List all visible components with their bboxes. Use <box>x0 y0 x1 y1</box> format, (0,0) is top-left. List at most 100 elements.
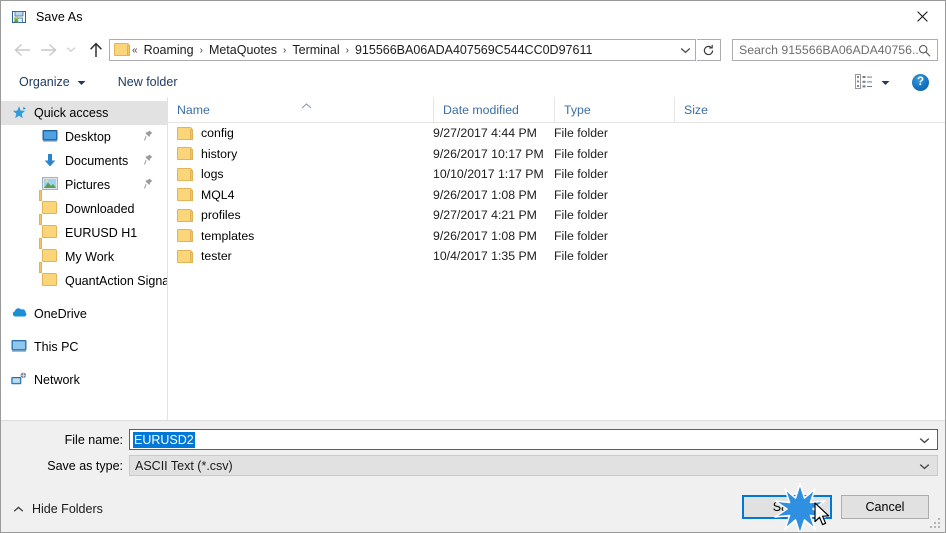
sidebar-item-network[interactable]: Network <box>1 368 167 392</box>
dialog-content: Quick access Desktop Documents Pictures … <box>1 97 945 420</box>
pin-icon[interactable] <box>143 130 153 144</box>
sidebar-item-label: My Work <box>65 250 115 264</box>
file-name-cell: tester <box>177 249 232 263</box>
table-row[interactable]: tester 10/4/2017 1:35 PM File folder <box>168 246 945 267</box>
search-input[interactable]: Search 915566BA06ADA40756... <box>739 43 918 57</box>
breadcrumb-item-metaquotes[interactable]: MetaQuotes <box>205 43 281 57</box>
sidebar-item-label: QuantAction Signal <box>65 274 168 288</box>
file-name-input[interactable]: EURUSD2 <box>133 431 195 448</box>
breadcrumb-separator[interactable]: › <box>281 45 288 56</box>
resize-grip-icon[interactable] <box>930 518 942 530</box>
up-one-level-button[interactable] <box>83 37 109 63</box>
save-form: File name: EURUSD2 Save as type: ASCII T… <box>1 420 945 496</box>
sidebar-item-quick-access[interactable]: Quick access <box>1 101 167 125</box>
sidebar-item-label: Pictures <box>65 178 111 192</box>
sidebar-item-onedrive[interactable]: OneDrive <box>1 302 167 326</box>
folder-icon <box>177 249 193 263</box>
folder-icon <box>177 167 193 181</box>
chevron-down-icon <box>66 47 76 53</box>
table-row[interactable]: templates 9/26/2017 1:08 PM File folder <box>168 226 945 247</box>
file-name-combobox[interactable]: EURUSD2 <box>129 429 938 450</box>
new-folder-label: New folder <box>117 75 178 89</box>
organize-button[interactable]: Organize <box>11 67 94 97</box>
pin-icon[interactable] <box>143 178 153 192</box>
date-modified-cell: 9/26/2017 1:08 PM <box>433 228 537 243</box>
navigation-pane: Quick access Desktop Documents Pictures … <box>1 97 168 420</box>
cancel-label: Cancel <box>865 500 905 514</box>
sidebar-item-label: Quick access <box>34 106 109 120</box>
organize-label: Organize <box>19 75 70 89</box>
back-button[interactable] <box>9 37 35 63</box>
view-mode-icon[interactable] <box>855 74 873 90</box>
sidebar-item-documents[interactable]: Documents <box>1 149 167 173</box>
folder-icon <box>177 147 193 161</box>
folder-icon <box>39 262 58 289</box>
new-folder-button[interactable]: New folder <box>110 67 186 97</box>
sidebar-item-label: Downloaded <box>65 202 135 216</box>
breadcrumb-separator[interactable]: › <box>198 45 205 56</box>
breadcrumb-item-terminal[interactable]: Terminal <box>288 43 343 57</box>
file-list-pane: Name Date modified Type Size config 9/27… <box>168 97 945 420</box>
column-header-size[interactable]: Size <box>674 97 754 122</box>
file-name-cell: MQL4 <box>177 188 235 202</box>
table-row[interactable]: history 9/26/2017 10:17 PM File folder <box>168 144 945 165</box>
recent-locations-button[interactable] <box>61 37 81 63</box>
sidebar-item-label: Desktop <box>65 130 111 144</box>
forward-button[interactable] <box>35 37 61 63</box>
chevron-down-icon[interactable] <box>919 433 930 447</box>
close-button[interactable] <box>900 1 945 31</box>
command-toolbar: Organize New folder ? <box>1 67 945 98</box>
hide-folders-button[interactable]: Hide Folders <box>13 502 103 516</box>
address-dropdown-button[interactable] <box>675 40 695 60</box>
sidebar-item-desktop[interactable]: Desktop <box>1 125 167 149</box>
chevron-down-icon[interactable] <box>919 459 930 473</box>
save-as-app-icon <box>11 9 27 25</box>
file-name-cell: logs <box>177 167 224 181</box>
date-modified-cell: 9/27/2017 4:44 PM <box>433 126 537 141</box>
table-row[interactable]: profiles 9/27/2017 4:21 PM File folder <box>168 205 945 226</box>
arrow-right-icon <box>40 43 57 56</box>
column-header-label: Size <box>684 102 708 117</box>
save-button[interactable]: Save <box>742 495 832 519</box>
breadcrumb-item-roaming[interactable]: Roaming <box>140 43 198 57</box>
sidebar-item-quantaction-signal[interactable]: QuantAction Signal <box>1 262 168 293</box>
cancel-button[interactable]: Cancel <box>841 495 929 519</box>
sidebar-item-eurusd-h1[interactable]: EURUSD H1 <box>1 214 167 245</box>
column-header-date-modified[interactable]: Date modified <box>433 97 554 122</box>
breadcrumb-overflow[interactable]: « <box>130 45 140 56</box>
date-modified-cell: 9/26/2017 10:17 PM <box>433 146 544 161</box>
network-icon <box>11 372 27 388</box>
folder-icon <box>177 188 193 202</box>
file-name-label: MQL4 <box>201 187 235 202</box>
column-header-label: Name <box>177 102 210 117</box>
view-mode-caret-icon[interactable] <box>881 75 890 89</box>
refresh-button[interactable] <box>697 39 721 61</box>
type-cell: File folder <box>554 208 608 223</box>
table-row[interactable]: logs 10/10/2017 1:17 PM File folder <box>168 164 945 185</box>
sidebar-item-this-pc[interactable]: This PC <box>1 335 167 359</box>
type-cell: File folder <box>554 187 608 202</box>
folder-icon <box>177 208 193 222</box>
table-row[interactable]: MQL4 9/26/2017 1:08 PM File folder <box>168 185 945 206</box>
file-name-label: tester <box>201 249 232 264</box>
search-box[interactable]: Search 915566BA06ADA40756... <box>732 39 938 61</box>
column-header-type[interactable]: Type <box>554 97 674 122</box>
sidebar-item-downloaded[interactable]: Downloaded <box>1 190 167 221</box>
file-rows: config 9/27/2017 4:44 PM File folder his… <box>168 123 945 267</box>
folder-icon <box>114 43 130 57</box>
address-bar[interactable]: « Roaming › MetaQuotes › Terminal › 9155… <box>109 39 696 61</box>
pin-icon[interactable] <box>143 154 153 168</box>
table-row[interactable]: config 9/27/2017 4:44 PM File folder <box>168 123 945 144</box>
breadcrumb-item-terminal-id[interactable]: 915566BA06ADA407569C544CC0D97611 <box>351 43 596 57</box>
type-cell: File folder <box>554 146 608 161</box>
sidebar-item-pictures[interactable]: Pictures <box>1 173 167 197</box>
file-name-cell: profiles <box>177 208 241 222</box>
folder-icon <box>177 126 193 140</box>
column-header-label: Date modified <box>443 102 519 117</box>
help-button[interactable]: ? <box>912 73 929 91</box>
breadcrumb-separator[interactable]: › <box>344 45 351 56</box>
sidebar-item-my-work[interactable]: My Work <box>1 238 167 269</box>
date-modified-cell: 10/4/2017 1:35 PM <box>433 249 537 264</box>
folder-icon <box>39 238 58 265</box>
save-as-type-combobox[interactable]: ASCII Text (*.csv) <box>129 455 938 476</box>
